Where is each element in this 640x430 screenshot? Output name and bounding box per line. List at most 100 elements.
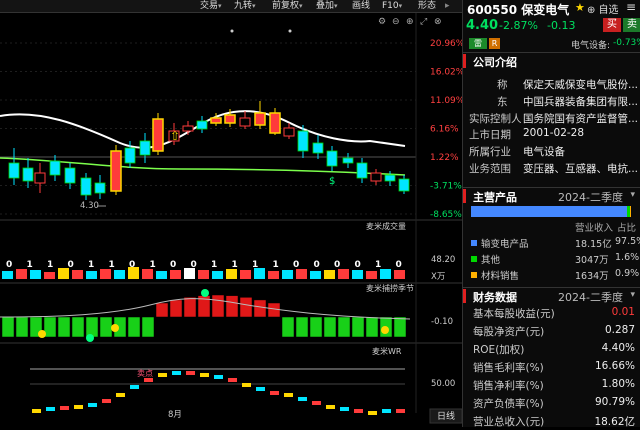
zoom-out-icon[interactable]: ⊖ — [392, 17, 400, 27]
candle-body — [49, 160, 61, 176]
toolbar-forward-adjust-button[interactable]: 前复权▾ — [272, 0, 303, 12]
toolbar-overlay-button[interactable]: 叠加▾ — [316, 0, 338, 12]
company-section-header[interactable]: 公司介绍 — [463, 52, 640, 69]
add-watchlist-button[interactable]: ⊕ 自选 — [587, 1, 619, 16]
finance-table-row: ROE(加权) 4.40% — [463, 342, 640, 358]
season-bar — [351, 316, 365, 338]
season-bar — [141, 316, 155, 338]
season-bar — [323, 316, 337, 338]
season-bar — [85, 316, 99, 338]
finance-metric-value: 4.40% — [601, 342, 635, 354]
season-signal-icon — [381, 326, 389, 334]
sector-label: 电气设备: — [571, 41, 611, 51]
season-bar — [239, 297, 253, 318]
products-period-select[interactable]: 2024-二季度 — [558, 189, 623, 205]
kline-chart[interactable]: ⚙ ⊖ ⊕ ⤢ ⊗ 20.96% 16.02% 11.09% 6.16% 1.22% -3… — [0, 13, 462, 427]
candlesticks — [8, 101, 410, 200]
volume-bar — [268, 271, 279, 279]
company-row-industry: 所属行业 电气设备 — [469, 146, 565, 158]
products-table-row[interactable]: 其他 3047万 1.6% — [463, 252, 640, 268]
zoom-in-icon[interactable]: ⊕ — [406, 17, 414, 27]
wr-bar — [144, 378, 153, 382]
candle-body — [356, 162, 368, 179]
finance-table-row: 基本每股收益(元) 0.01 — [463, 306, 640, 322]
volume-digit-label: 0 — [396, 260, 402, 270]
menu-icon[interactable]: ≡ — [626, 0, 636, 14]
candle-body — [80, 177, 92, 196]
chevron-down-icon[interactable]: ▾ — [630, 190, 635, 200]
products-section-title: 主营产品 — [473, 191, 517, 204]
candle-body — [34, 172, 46, 184]
products-share-segment — [471, 206, 627, 217]
toolbar-more-icon[interactable]: ▸ — [445, 0, 450, 12]
products-table-row[interactable]: 输变电产品 18.15亿97.5% — [463, 236, 640, 252]
stock-code-name: 600550 保变电气 — [467, 3, 570, 17]
stock-change-pct: -2.87% — [499, 19, 538, 32]
toolbar-pattern-button[interactable]: 形态 — [418, 0, 436, 12]
toolbar-nine-turn-button[interactable]: 九转▾ — [234, 0, 256, 12]
wr-bar — [32, 409, 41, 413]
candle-body — [124, 147, 136, 164]
wr-bar — [172, 371, 181, 375]
chevron-down-icon[interactable]: ▾ — [630, 290, 635, 300]
volume-bar — [170, 270, 181, 279]
wr-bar — [298, 397, 307, 401]
wr-axis-tick: 50.00 — [431, 379, 455, 389]
product-share: 0.9% — [615, 268, 640, 279]
wr-bar — [158, 373, 167, 377]
volume-bars — [2, 267, 405, 279]
product-share: 1.6% — [615, 252, 640, 263]
toolbar-f10-button[interactable]: F10▾ — [382, 0, 402, 12]
volume-bar — [156, 271, 167, 279]
expand-icon[interactable]: ⤢ — [419, 17, 427, 27]
volume-digit-label: 1 — [375, 260, 381, 270]
volume-digit-label: 1 — [109, 260, 115, 270]
volume-bar — [338, 269, 349, 279]
season-bar — [337, 316, 351, 338]
dot-marker — [230, 29, 234, 33]
volume-digit-label: 0 — [68, 260, 74, 270]
favorite-icon[interactable]: ★ — [575, 1, 585, 14]
thunder-tag[interactable]: 雷 — [469, 38, 487, 49]
volume-digit-label: 1 — [47, 260, 53, 270]
products-section-header[interactable]: 主营产品 2024-二季度 ▾ — [463, 187, 640, 204]
candle-body — [326, 150, 338, 167]
sell-button[interactable]: 卖 — [623, 18, 640, 32]
r-tag[interactable]: R — [489, 38, 500, 49]
season-bar — [365, 316, 379, 338]
candle-body — [312, 142, 324, 154]
dot-marker — [288, 29, 292, 33]
buy-button[interactable]: 买 — [603, 18, 621, 32]
wr-bar — [228, 378, 237, 382]
products-share-segment — [629, 206, 631, 217]
candle-body — [8, 162, 20, 179]
volume-bar — [198, 270, 209, 279]
period-tab-label: 日线 — [437, 410, 455, 422]
finance-metric-label: 销售净利率(%) — [473, 380, 544, 392]
finance-metric-value: 0.01 — [611, 306, 635, 318]
candle-body — [139, 140, 151, 156]
candle-body — [64, 167, 76, 184]
season-bar — [281, 316, 295, 338]
toolbar-draw-line-button[interactable]: 画线 — [352, 0, 370, 12]
product-revenue: 18.15亿 — [575, 239, 612, 250]
toolbar-trade-button[interactable]: 交易▾ — [200, 0, 222, 12]
volume-bar — [16, 269, 27, 279]
price-tick-label: 6.16% — [430, 125, 459, 135]
wr-sell-marker: 卖点 — [137, 369, 153, 378]
finance-period-select[interactable]: 2024-二季度 — [558, 289, 623, 305]
season-bar — [1, 316, 15, 338]
volume-bar — [240, 270, 251, 279]
volume-pane-title: 麦米成交量 — [366, 221, 406, 231]
candle-body — [342, 157, 354, 164]
close-chart-icon[interactable]: ⊗ — [434, 17, 442, 27]
products-table-row[interactable]: 材料销售 1634万 0.9% — [463, 268, 640, 284]
season-bar — [225, 295, 239, 318]
finance-section-header[interactable]: 财务数据 2024-二季度 ▾ — [463, 287, 640, 304]
finance-metric-label: 资产负债率(%) — [473, 398, 544, 410]
volume-bar — [310, 271, 321, 279]
price-axis: 20.96% 16.02% 11.09% 6.16% 1.22% -3.71% -8.65% — [430, 39, 462, 220]
settings-icon[interactable]: ⚙ — [378, 17, 386, 27]
product-name: 输变电产品 — [481, 239, 529, 250]
volume-axis-unit: X万 — [431, 272, 445, 282]
